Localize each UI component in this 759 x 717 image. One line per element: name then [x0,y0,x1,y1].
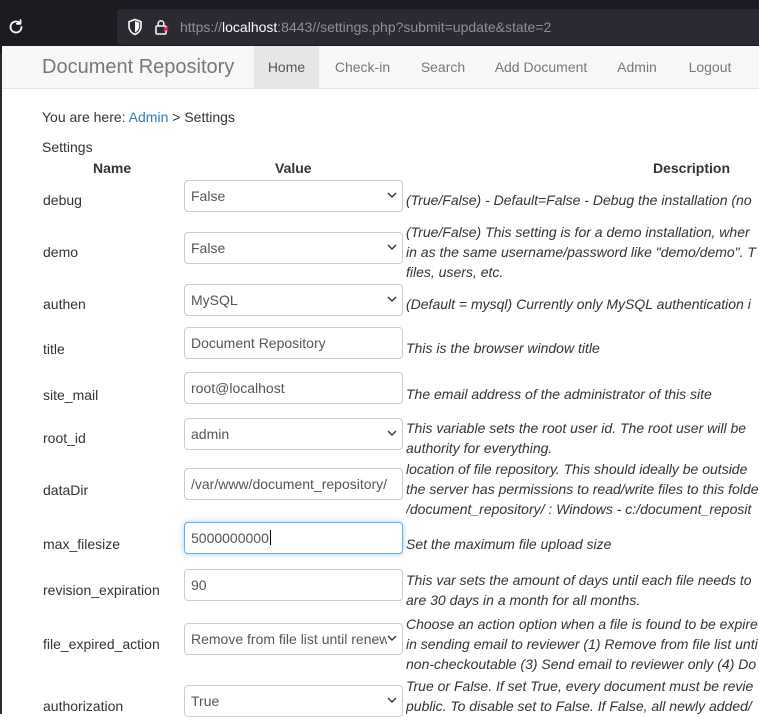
nav-search[interactable]: Search [410,46,476,88]
nav-admin[interactable]: Admin [607,46,667,88]
column-header-value: Value [275,160,312,176]
setting-name: dataDir [43,482,89,498]
debug-select[interactable]: False [184,180,403,212]
chevron-down-icon [387,624,397,654]
nav-check-in[interactable]: Check-in [324,46,401,88]
setting-name: file_expired_action [43,636,160,652]
authorization-select[interactable]: True [184,685,403,717]
setting-name: root_id [43,430,86,446]
setting-name: site_mail [43,387,99,403]
setting-description: (True/False) - Default=False - Debug the… [406,192,752,208]
url-bar[interactable]: https://localhost:8443//settings.php?sub… [117,9,759,45]
column-header-name: Name [93,160,132,176]
chevron-down-icon [387,285,397,315]
setting-description: This is the browser window title [406,340,600,356]
setting-description: Choose an action option when a file is f… [406,616,758,672]
setting-name: max_filesize [43,536,121,552]
window-edge [0,54,2,714]
setting-description: location of file repository. This should… [406,461,759,517]
chevron-down-icon [387,419,397,449]
breadcrumb: You are here: Admin > Settings [42,109,235,125]
setting-description: This var sets the amount of days until e… [406,572,752,608]
app-navbar: Document Repository Home Check-in Search… [2,46,759,89]
breadcrumb-current: Settings [184,109,235,125]
setting-name: authorization [43,698,124,714]
breadcrumb-separator: > [168,109,185,125]
text-cursor [269,530,271,545]
file-expired-action-select[interactable]: Remove from file list until renew [184,623,403,655]
setting-name: title [43,341,65,357]
chevron-down-icon [387,686,397,716]
setting-name: demo [43,244,79,260]
setting-description: True or False. If set True, every docume… [406,678,754,714]
revision-expiration-input[interactable]: 90 [184,569,403,601]
nav-logout[interactable]: Logout [678,46,742,88]
setting-description: This variable sets the root user id. The… [406,420,747,456]
nav-add-document[interactable]: Add Document [486,46,596,88]
chevron-down-icon [387,181,397,211]
settings-heading: Settings [42,139,93,155]
breadcrumb-admin-link[interactable]: Admin [129,109,169,125]
demo-select[interactable]: False [184,232,403,264]
title-input[interactable]: Document Repository [184,327,403,359]
chevron-down-icon [387,233,397,263]
reload-icon[interactable] [6,15,26,39]
setting-description: The email address of the administrator o… [406,386,712,402]
setting-description: Set the maximum file upload size [406,536,612,552]
column-header-description: Description [653,160,731,176]
shield-icon[interactable] [126,18,144,36]
setting-name: revision_expiration [43,582,160,598]
site-mail-input[interactable]: root@localhost [184,372,403,404]
max-filesize-input[interactable]: 5000000000 [184,522,403,554]
datadir-input[interactable]: /var/www/document_repository/ [184,468,403,500]
lock-icon[interactable] [153,18,171,36]
setting-description: (True/False) This setting is for a demo … [406,224,756,280]
setting-description: (Default = mysql) Currently only MySQL a… [406,296,751,312]
root-id-select[interactable]: admin [184,418,403,450]
brand-title[interactable]: Document Repository [42,46,234,88]
breadcrumb-prefix: You are here: [42,109,129,125]
url-text[interactable]: https://localhost:8443//settings.php?sub… [180,18,551,36]
setting-name: authen [43,296,86,312]
setting-name: debug [43,192,82,208]
nav-home[interactable]: Home [254,46,319,88]
authen-select[interactable]: MySQL [184,284,403,316]
